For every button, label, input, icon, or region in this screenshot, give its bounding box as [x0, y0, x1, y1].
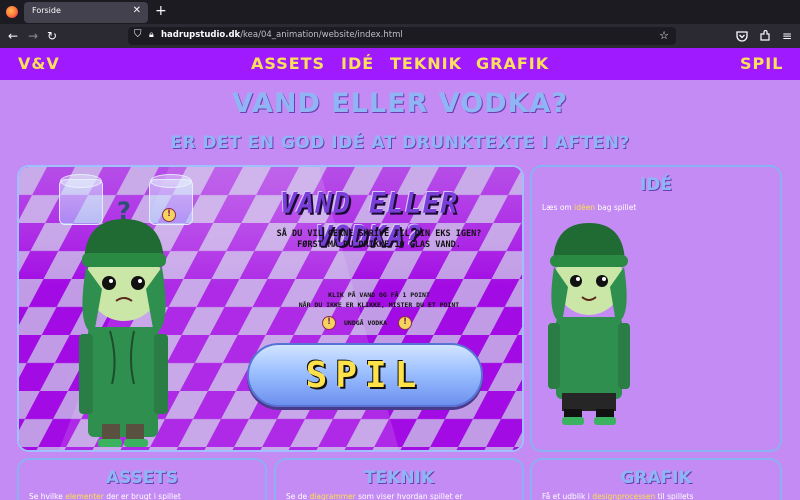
- grafik-link[interactable]: designprocessen: [592, 492, 655, 500]
- play-game-button-label: SPIL: [305, 355, 425, 396]
- tracking-shield-icon[interactable]: ⛉: [134, 29, 142, 40]
- pocket-icon[interactable]: [736, 30, 748, 42]
- forward-icon[interactable]: →: [28, 28, 38, 44]
- browser-nav-bar: ← → ↻ ⛉ 🔒︎ hadrupstudio.dk/kea/04_animat…: [0, 24, 800, 48]
- idea-card-title: IDÉ: [639, 175, 673, 195]
- assets-card-text: Se hvilke elementer der er brugt i spill…: [29, 492, 181, 500]
- tab-title: Forside: [32, 6, 61, 15]
- site-navigation: V&V ASSETS IDÉ TEKNIK GRAFIK SPIL: [0, 48, 800, 80]
- teknik-link[interactable]: diagrammer: [310, 492, 356, 500]
- nav-link-grafik[interactable]: GRAFIK: [476, 54, 549, 73]
- nav-link-spil[interactable]: SPIL: [740, 54, 783, 73]
- character-illustration: [79, 219, 168, 447]
- teknik-card-title: TEKNIK: [363, 468, 435, 488]
- extensions-icon[interactable]: [759, 30, 771, 42]
- page-subtitle: ER DET EN GOD IDÉ AT DRUNKTEXTE I AFTEN?: [170, 133, 630, 153]
- nav-link-assets[interactable]: ASSETS: [251, 54, 325, 73]
- assets-link[interactable]: elementer: [65, 492, 104, 500]
- warning-icon: !: [322, 316, 336, 330]
- game-intro-line-1: SÅ DU VIL GERNE SKRIVE TIL DIN EKS IGEN?: [276, 229, 482, 239]
- grafik-card-text: Få et udblik i designprocessen til spill…: [542, 492, 694, 500]
- game-intro-line-2: FØRST MÅ DU DRIKKE 10 GLAS VAND.: [297, 240, 461, 250]
- reload-icon[interactable]: ↻: [47, 28, 57, 44]
- nav-link-ide[interactable]: IDÉ: [341, 54, 374, 73]
- tab-close-icon[interactable]: ✕: [133, 5, 141, 16]
- grafik-card[interactable]: GRAFIK Få et udblik i designprocessen ti…: [530, 458, 782, 500]
- game-rule-line-2: NÅR DU IKKE ER KLIKKE, MISTER DU ET POIN…: [298, 301, 460, 309]
- bookmark-star-icon[interactable]: ☆: [659, 29, 669, 42]
- firefox-logo-icon: [6, 6, 18, 18]
- back-icon[interactable]: ←: [8, 28, 18, 44]
- idea-card-text: Læs om idéen bag spillet: [542, 203, 637, 212]
- warning-text: UNDGÅ VODKA: [344, 319, 388, 327]
- grafik-card-title: GRAFIK: [620, 468, 692, 488]
- browser-tab-bar: Forside ✕ +: [0, 0, 800, 24]
- browser-tab[interactable]: Forside ✕: [24, 2, 148, 23]
- assets-card-title: ASSETS: [105, 468, 179, 488]
- nav-link-teknik[interactable]: TEKNIK: [390, 54, 462, 73]
- menu-icon[interactable]: ≡: [782, 28, 792, 44]
- site-logo[interactable]: V&V: [18, 54, 60, 73]
- game-rule-line-1: KLIK PÅ VAND OG FÅ 1 POINT: [328, 291, 430, 299]
- new-tab-icon[interactable]: +: [155, 3, 167, 19]
- url-text[interactable]: hadrupstudio.dk/kea/04_animation/website…: [161, 30, 403, 40]
- avoid-vodka-warning: ! UNDGÅ VODKA !: [322, 316, 418, 332]
- idea-card[interactable]: IDÉ Læs om idéen bag spillet: [530, 165, 782, 452]
- warning-icon: !: [398, 316, 412, 330]
- play-game-button[interactable]: SPIL: [247, 343, 483, 407]
- lock-icon[interactable]: 🔒︎: [149, 30, 154, 40]
- game-preview-panel[interactable]: ? ! VAND ELLER VODKA? SÅ DU VIL GERNE SK…: [17, 165, 524, 452]
- address-bar[interactable]: ⛉ 🔒︎ hadrupstudio.dk/kea/04_animation/we…: [128, 27, 676, 45]
- assets-card[interactable]: ASSETS Se hvilke elementer der er brugt …: [17, 458, 267, 500]
- teknik-card-text: Se de diagrammer som viser hvordan spill…: [286, 492, 463, 500]
- idea-link[interactable]: idéen: [574, 203, 595, 212]
- idea-character-illustration: [548, 223, 630, 425]
- page-title: VAND ELLER VODKA?: [231, 88, 569, 119]
- teknik-card[interactable]: TEKNIK Se de diagrammer som viser hvorda…: [274, 458, 524, 500]
